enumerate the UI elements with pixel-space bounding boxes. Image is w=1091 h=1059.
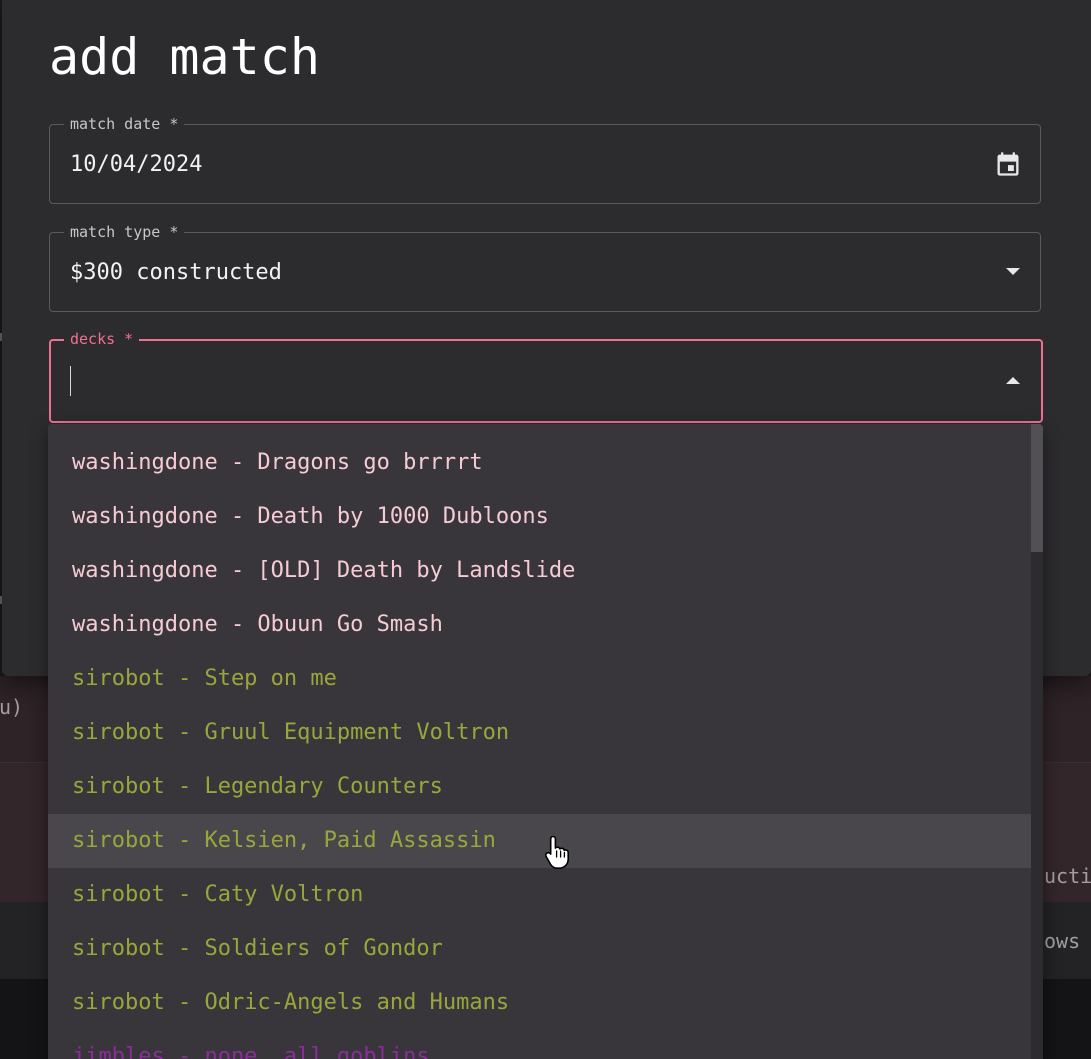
background-text: ucti <box>1044 864 1091 888</box>
decks-dropdown: washingdone - Dragons go brrrrt washingdo… <box>48 424 1043 1059</box>
deck-option[interactable]: sirobot - Caty Voltron <box>48 868 1031 922</box>
decks-input[interactable] <box>51 341 1045 423</box>
deck-options-list: washingdone - Dragons go brrrrt washingdo… <box>48 436 1031 1059</box>
dialog-title: add match <box>49 28 320 86</box>
background-text: ows <box>1044 929 1081 953</box>
decks-autocomplete[interactable]: decks * <box>49 330 1045 423</box>
deck-option[interactable]: sirobot - Odric-Angels and Humans <box>48 976 1031 1030</box>
match-date-label: match date * <box>64 115 185 133</box>
deck-option[interactable]: sirobot - Legendary Counters <box>48 760 1031 814</box>
background-text: u) <box>0 695 24 719</box>
match-date-value[interactable]: 10/04/2024 <box>70 152 202 178</box>
chevron-up-icon[interactable] <box>1006 377 1020 384</box>
text-caret <box>70 366 71 396</box>
dropdown-scrollbar[interactable] <box>1031 424 1043 1059</box>
deck-option[interactable]: washingdone - [OLD] Death by Landslide <box>48 544 1031 598</box>
deck-option[interactable]: sirobot - Gruul Equipment Voltron <box>48 706 1031 760</box>
deck-option[interactable]: washingdone - Dragons go brrrrt <box>48 436 1031 490</box>
match-type-value: $300 constructed <box>70 260 282 285</box>
deck-option[interactable]: sirobot - Kelsien, Paid Assassin <box>48 814 1031 868</box>
deck-option[interactable]: sirobot - Step on me <box>48 652 1031 706</box>
match-type-label: match type * <box>64 223 185 241</box>
deck-option[interactable]: sirobot - Soldiers of Gondor <box>48 922 1031 976</box>
deck-option[interactable]: washingdone - Death by 1000 Dubloons <box>48 490 1031 544</box>
deck-option[interactable]: jimbles - none, all goblins <box>48 1030 1031 1059</box>
chevron-down-icon[interactable] <box>1006 268 1020 275</box>
screen: u) ucti ows add match match date * 10/04… <box>0 0 1091 1059</box>
deck-option[interactable]: washingdone - Obuun Go Smash <box>48 598 1031 652</box>
match-date-field[interactable]: match date * 10/04/2024 <box>49 115 1041 204</box>
scrollbar-thumb[interactable] <box>1031 424 1043 552</box>
match-type-select[interactable]: match type * $300 constructed <box>49 223 1041 312</box>
hand-cursor-icon <box>544 835 569 869</box>
calendar-icon[interactable] <box>994 149 1022 179</box>
